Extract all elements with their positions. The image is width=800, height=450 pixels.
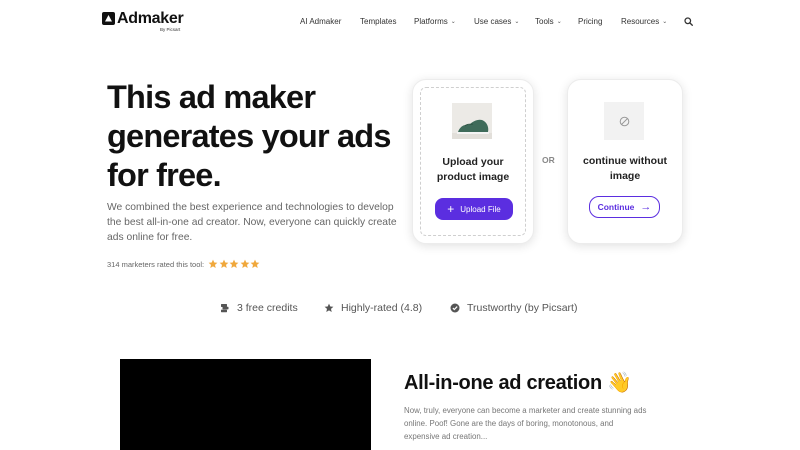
nav-item-pricing[interactable]: Pricing: [578, 17, 602, 26]
continue-button[interactable]: Continue →: [589, 196, 660, 218]
video-player[interactable]: [120, 359, 371, 450]
nav-item-label: Tools: [535, 17, 554, 26]
feature-highly-rated: Highly-rated (4.8): [324, 302, 422, 314]
nav-item-label: Platforms: [414, 17, 448, 26]
nav-item-tools[interactable]: Tools ⌄: [535, 17, 562, 26]
admaker-logo-icon: [102, 12, 115, 25]
chevron-down-icon: ⌄: [514, 19, 520, 25]
arrow-right-icon: →: [640, 201, 652, 213]
logo-text: Admaker: [117, 10, 184, 27]
nav-item-label: Templates: [360, 17, 397, 26]
or-divider: OR: [542, 155, 555, 165]
nav-item-label: AI Admaker: [300, 17, 342, 26]
nav-item-templates[interactable]: Templates: [360, 17, 396, 26]
chevron-down-icon: ⌄: [556, 19, 562, 25]
star-icon: [250, 259, 260, 268]
section-title: All-in-one ad creation 👋: [404, 372, 632, 394]
nav-item-label: Resources: [621, 17, 660, 26]
chevron-down-icon: ⌄: [450, 19, 456, 25]
logo-subtitle: By Picsart: [160, 27, 181, 32]
upload-file-label: Upload File: [460, 204, 501, 214]
hero-description: We combined the best experience and tech…: [107, 202, 397, 243]
no-image-icon: [619, 116, 629, 126]
rating-row: 314 marketers rated this tool:: [107, 259, 261, 269]
shoe-image-icon: [452, 103, 492, 139]
logo[interactable]: Admaker By Picsart: [102, 10, 184, 32]
feature-trustworthy: Trustworthy (by Picsart): [450, 302, 577, 314]
upload-file-button[interactable]: + Upload File: [435, 198, 513, 220]
nav-item-use-cases[interactable]: Use cases ⌄: [474, 17, 519, 26]
rating-stars: [208, 259, 261, 269]
star-icon: [229, 259, 239, 268]
product-image-thumbnail: [452, 103, 492, 139]
nav-item-label: Use cases: [474, 17, 512, 26]
nav-item-platforms[interactable]: Platforms ⌄: [414, 17, 456, 26]
nav-item-label: Pricing: [578, 17, 603, 26]
star-icon: [219, 259, 229, 268]
feature-label: Trustworthy (by Picsart): [467, 302, 578, 314]
no-image-card-label: continue without image: [583, 155, 667, 182]
nav-item-ai-admaker[interactable]: AI Admaker: [300, 17, 341, 26]
upload-card-label: Upload your product image: [436, 156, 510, 183]
check-badge-icon: [450, 303, 460, 313]
hero-title: This ad maker generates your ads for fre…: [107, 79, 391, 193]
continue-label: Continue: [597, 202, 635, 212]
feature-label: Highly-rated (4.8): [341, 302, 423, 314]
top-nav: Admaker By Picsart AI Admaker Templates …: [0, 0, 800, 46]
plus-icon: +: [447, 202, 455, 216]
no-image-placeholder: [604, 102, 644, 140]
star-icon: [240, 259, 250, 268]
feature-label: 3 free credits: [237, 302, 298, 314]
search-icon[interactable]: [684, 17, 693, 26]
star-icon: [324, 303, 334, 312]
star-icon: [208, 259, 218, 268]
feature-free-credits: 3 free credits: [220, 302, 298, 314]
rating-text: 314 marketers rated this tool:: [107, 259, 205, 269]
chevron-down-icon: ⌄: [662, 19, 668, 25]
nav-item-resources[interactable]: Resources ⌄: [621, 17, 667, 26]
section-description: Now, truly, everyone can become a market…: [404, 406, 647, 441]
credits-icon: [221, 304, 229, 313]
